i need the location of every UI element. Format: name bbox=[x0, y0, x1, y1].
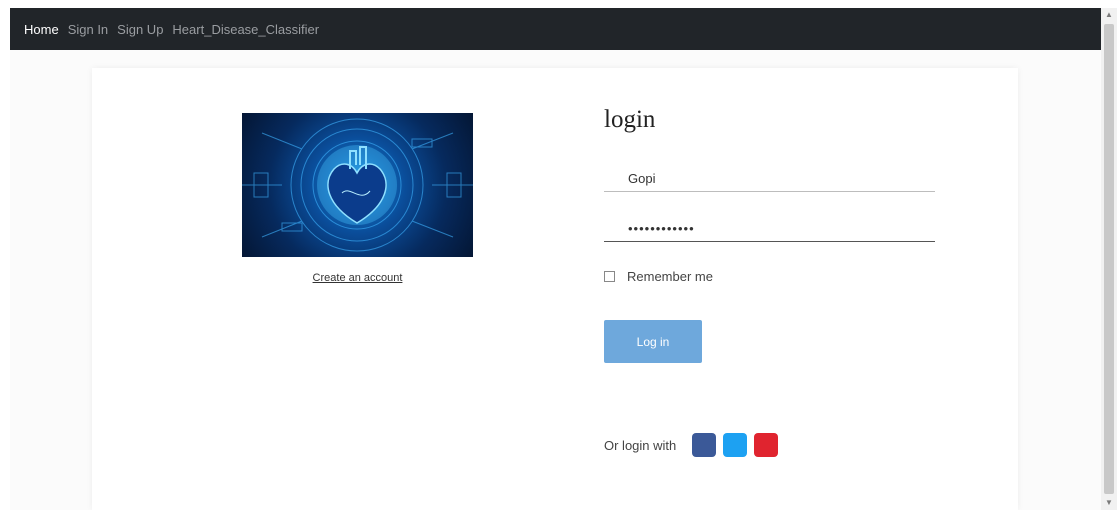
scroll-up-arrow-icon[interactable]: ▲ bbox=[1101, 8, 1117, 22]
twitter-icon[interactable] bbox=[723, 433, 748, 457]
google-icon[interactable] bbox=[754, 433, 779, 457]
facebook-icon[interactable] bbox=[692, 433, 717, 457]
heart-illustration bbox=[242, 118, 473, 252]
social-login: Or login with bbox=[604, 433, 785, 457]
nav-sign-up[interactable]: Sign Up bbox=[117, 22, 163, 37]
social-login-label: Or login with bbox=[604, 437, 677, 453]
scroll-down-arrow-icon[interactable]: ▼ bbox=[1101, 496, 1117, 510]
remember-me-checkbox[interactable] bbox=[604, 271, 615, 282]
nav-heart-disease-classifier[interactable]: Heart_Disease_Classifier bbox=[172, 22, 319, 37]
scrollbar-thumb[interactable] bbox=[1104, 24, 1114, 494]
username-field[interactable] bbox=[604, 166, 935, 192]
vertical-scrollbar[interactable]: ▲ ▼ bbox=[1101, 8, 1117, 510]
nav-home[interactable]: Home bbox=[24, 22, 59, 37]
top-navbar: Home Sign In Sign Up Heart_Disease_Class… bbox=[10, 8, 1101, 50]
login-button[interactable]: Log in bbox=[604, 320, 702, 363]
heart-circuit-image bbox=[242, 113, 473, 257]
login-title: login bbox=[604, 106, 656, 133]
nav-sign-in[interactable]: Sign In bbox=[68, 22, 108, 37]
password-field[interactable] bbox=[604, 216, 935, 242]
page-content: Create an account login Remember me Log … bbox=[10, 50, 1101, 510]
remember-me[interactable]: Remember me bbox=[604, 269, 713, 284]
login-card: Create an account login Remember me Log … bbox=[92, 68, 1018, 510]
create-account-link[interactable]: Create an account bbox=[242, 272, 473, 284]
remember-me-label: Remember me bbox=[627, 269, 713, 284]
